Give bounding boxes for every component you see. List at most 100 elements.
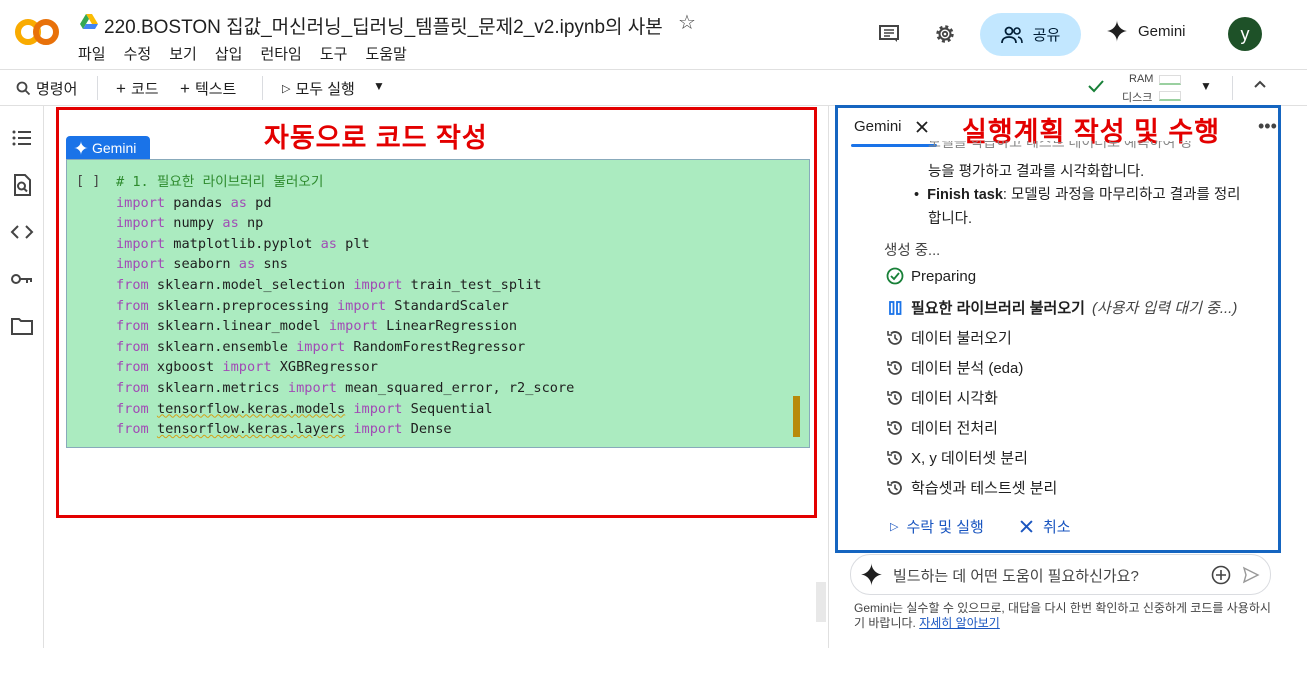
- auto-code-annotation-label: 자동으로 코드 작성: [264, 123, 488, 153]
- code-token: pd: [246, 194, 272, 211]
- plan-bullet-continued: 합니다.: [928, 211, 973, 227]
- code-token: sklearn.ensemble: [148, 338, 297, 355]
- code-keyword: import: [296, 338, 346, 355]
- ram-meter[interactable]: [1159, 75, 1181, 85]
- history-pending-icon: [886, 389, 904, 407]
- code-line[interactable]: from sklearn.model_selection import trai…: [116, 275, 574, 296]
- prompt-placeholder: 빌드하는 데 어떤 도움이 필요하신가요?: [893, 568, 1139, 585]
- run-all-button[interactable]: ▷ 모두 실행: [282, 78, 355, 99]
- commands-label: 명령어: [36, 81, 78, 98]
- code-line[interactable]: import matplotlib.pyplot as plt: [116, 234, 574, 255]
- code-keyword: import: [353, 400, 403, 417]
- code-line[interactable]: import seaborn as sns: [116, 254, 574, 275]
- secrets-key-icon[interactable]: [10, 267, 34, 291]
- gemini-tab[interactable]: Gemini: [854, 118, 928, 135]
- menu-view[interactable]: 보기: [169, 43, 197, 64]
- table-of-contents-icon[interactable]: [10, 126, 34, 150]
- gemini-tab-label: Gemini: [854, 118, 902, 135]
- menu-help[interactable]: 도움말: [365, 43, 406, 64]
- add-code-button[interactable]: + 코드: [116, 78, 159, 99]
- disk-meter[interactable]: [1159, 91, 1181, 101]
- code-line[interactable]: from sklearn.ensemble import RandomFores…: [116, 337, 574, 358]
- code-keyword: from: [116, 421, 149, 438]
- chevron-up-icon: [1254, 80, 1266, 88]
- code-line[interactable]: import pandas as pd: [116, 193, 574, 214]
- run-cell-button[interactable]: [ ]: [76, 173, 100, 189]
- plan-step: Preparing: [886, 267, 976, 285]
- code-comment: # 1. 필요한 라이브러리 불러오기: [116, 174, 324, 190]
- cancel-label: 취소: [1043, 519, 1071, 536]
- code-token: train_test_split: [402, 276, 542, 293]
- code-keyword: import: [328, 318, 378, 335]
- resources-dropdown[interactable]: ▼: [1200, 79, 1212, 93]
- code-keyword: as: [320, 235, 337, 252]
- share-button[interactable]: 공유: [980, 13, 1081, 56]
- code-token: sns: [255, 256, 288, 273]
- menu-file[interactable]: 파일: [78, 43, 106, 64]
- plan-step: 학습셋과 테스트셋 분리: [886, 477, 1057, 498]
- code-line[interactable]: from tensorflow.keras.layers import Dens…: [116, 419, 574, 440]
- more-options-icon[interactable]: •••: [1258, 116, 1277, 137]
- cancel-button[interactable]: 취소: [1020, 516, 1071, 537]
- finish-task-label: Finish task: [927, 187, 1003, 203]
- star-icon[interactable]: ☆: [678, 10, 696, 35]
- active-tab-indicator: [851, 144, 937, 147]
- comment-icon[interactable]: [875, 20, 903, 48]
- code-token: XGBRegressor: [271, 359, 378, 376]
- code-line[interactable]: import numpy as np: [116, 213, 574, 234]
- notebook-scrollbar[interactable]: [816, 582, 826, 622]
- settings-gear-icon[interactable]: [931, 20, 959, 48]
- code-line[interactable]: from tensorflow.keras.models import Sequ…: [116, 399, 574, 420]
- run-menu-dropdown[interactable]: ▼: [373, 79, 385, 93]
- toolbar-divider: [1232, 76, 1233, 100]
- find-replace-icon[interactable]: [10, 173, 34, 197]
- menu-runtime[interactable]: 런타임: [260, 43, 301, 64]
- cell-focus-indicator: [793, 396, 800, 437]
- code-keyword: as: [222, 215, 239, 232]
- collapse-toolbar-button[interactable]: [1252, 76, 1268, 92]
- code-snippets-icon[interactable]: [10, 220, 34, 244]
- plan-step: 데이터 시각화: [886, 387, 998, 408]
- close-icon[interactable]: [915, 120, 928, 133]
- code-line[interactable]: from xgboost import XGBRegressor: [116, 357, 574, 378]
- code-token: sklearn.metrics: [148, 379, 288, 396]
- google-drive-icon[interactable]: [80, 14, 98, 30]
- colab-logo[interactable]: [14, 16, 60, 48]
- accept-and-run-button[interactable]: ▷ 수락 및 실행: [890, 516, 984, 537]
- code-keyword: import: [353, 421, 403, 438]
- toolbar-divider: [97, 76, 98, 100]
- code-line[interactable]: from sklearn.metrics import mean_squared…: [116, 378, 574, 399]
- plan-step-label: 데이터 시각화: [911, 390, 998, 407]
- add-text-label: 텍스트: [194, 81, 237, 98]
- code-token: xgboost: [148, 359, 223, 376]
- add-text-button[interactable]: + 텍스트: [180, 78, 236, 99]
- learn-more-link[interactable]: 자세히 알아보기: [919, 616, 1000, 630]
- plan-step-label: 데이터 전처리: [911, 420, 998, 437]
- document-title[interactable]: 220.BOSTON 집값_머신러닝_딥러닝_템플릿_문제2_v2.ipynb의…: [104, 12, 663, 39]
- generation-status: 생성 중...: [884, 243, 941, 259]
- plan-step: 필요한 라이브러리 불러오기 (사용자 입력 대기 중...): [886, 297, 1237, 318]
- code-editor[interactable]: # 1. 필요한 라이브러리 불러오기 import pandas as pd im…: [116, 172, 574, 440]
- gemini-tag-label: Gemini: [92, 140, 137, 156]
- plan-bullet-finish: • Finish task: 모델링 과정을 마무리하고 결과를 정리: [914, 183, 1241, 204]
- menu-edit[interactable]: 수정: [124, 43, 152, 64]
- gemini-button[interactable]: Gemini: [1106, 20, 1186, 42]
- add-code-label: 코드: [130, 81, 159, 98]
- files-folder-icon[interactable]: [10, 314, 34, 338]
- account-avatar[interactable]: y: [1228, 17, 1262, 51]
- gemini-disclaimer: Gemini는 실수할 수 있으므로, 대답을 다시 한번 확인하고 신중하게 …: [854, 601, 1271, 630]
- code-line[interactable]: from sklearn.preprocessing import Standa…: [116, 296, 574, 317]
- code-line[interactable]: from sklearn.linear_model import LinearR…: [116, 316, 574, 337]
- plan-step: X, y 데이터셋 분리: [886, 447, 1028, 468]
- send-icon[interactable]: [1242, 566, 1260, 584]
- code-token: plt: [336, 235, 370, 252]
- code-line[interactable]: # 1. 필요한 라이브러리 불러오기: [116, 172, 574, 193]
- accept-label: 수락 및 실행: [906, 519, 984, 536]
- menu-tools[interactable]: 도구: [320, 43, 348, 64]
- code-keyword: from: [116, 379, 149, 396]
- menu-insert[interactable]: 삽입: [215, 43, 243, 64]
- command-palette-button[interactable]: 명령어: [16, 78, 77, 99]
- gemini-sparkle-icon: [1106, 20, 1128, 42]
- add-attachment-icon[interactable]: [1211, 565, 1231, 585]
- plan-step-label: X, y 데이터셋 분리: [911, 450, 1028, 467]
